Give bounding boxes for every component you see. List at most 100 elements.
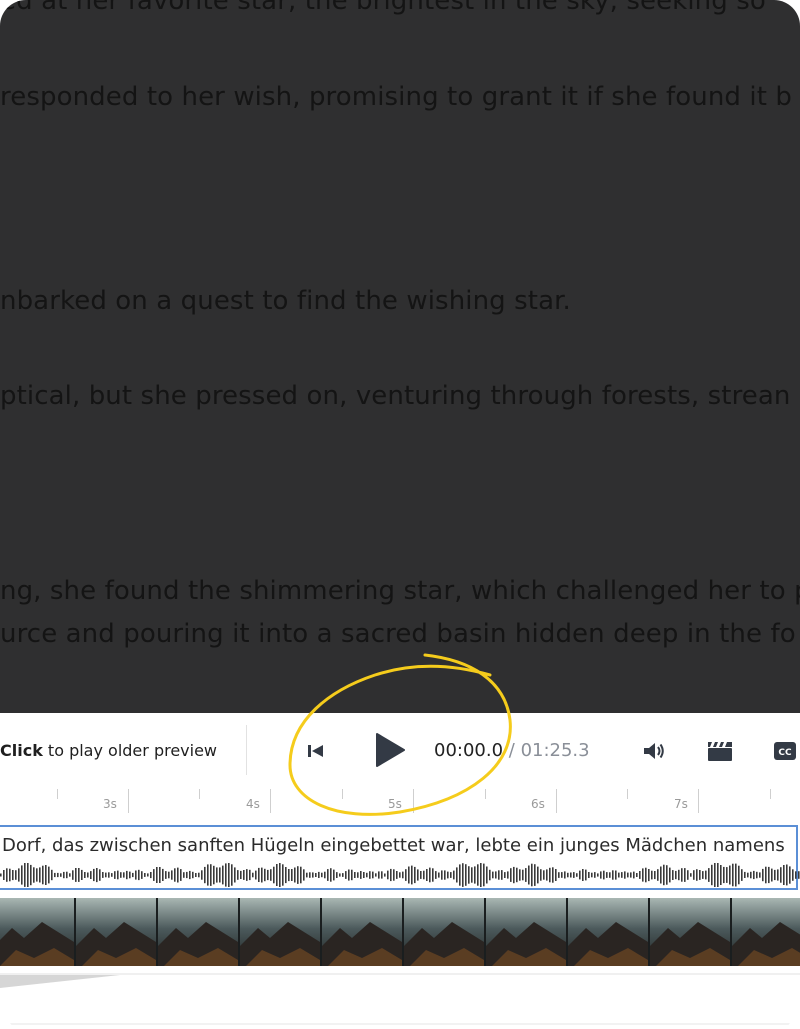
waveform-bar [792,869,794,881]
waveform-bar [384,873,386,877]
waveform-bar [219,867,221,883]
waveform-bar [348,869,350,881]
older-preview-hint[interactable]: Click to play older preview [0,741,217,760]
waveform-bar [138,869,140,881]
waveform-bar [684,868,686,882]
waveform-bar [693,870,695,880]
waveform-bar [15,870,17,880]
timeline-ruler[interactable]: 3s 4s 5s 6s 7s [0,787,800,823]
waveform-bar [261,867,263,883]
caption-clip[interactable]: Dorf, das zwischen sanften Hügeln eingeb… [0,825,800,890]
waveform-bar [222,865,224,885]
captions-button[interactable]: CC [773,741,797,761]
waveform-bar [159,867,161,883]
waveform-bar [210,864,212,886]
filmstrip-frames [0,898,800,966]
waveform-bar [216,867,218,883]
waveform-bar [399,872,401,878]
waveform-bar [390,868,392,882]
waveform-bar [237,870,239,880]
waveform-bar [468,866,470,884]
story-line: responded to her wish, promising to gran… [0,82,792,112]
waveform-bar [60,873,62,877]
waveform-bar [732,863,734,887]
waveform-bar [702,871,704,879]
waveform-bar [357,872,359,878]
waveform-bar [168,871,170,879]
waveform-bar [312,872,314,878]
waveform-bar [123,872,125,878]
waveform-bar [69,873,71,877]
waveform-bar [741,869,743,881]
waveform-bar [624,871,626,879]
waveform-bar [51,869,53,881]
clapperboard-button[interactable] [707,740,733,762]
waveform-bar [492,871,494,879]
svg-text:CC: CC [778,748,792,758]
filmstrip-frame [76,898,156,966]
waveform-bar [12,870,14,881]
waveform-bar [141,871,143,879]
play-icon [376,733,405,767]
waveform-bar [411,865,413,885]
waveform-bar [600,871,602,879]
ruler-tick [698,789,699,813]
play-button[interactable] [374,732,406,768]
cc-icon: CC [774,742,796,760]
ruler-tick [627,789,628,799]
waveform-bar [195,873,197,877]
waveform-bar [198,872,200,878]
waveform-bar [21,865,23,885]
waveform-bar [729,865,731,885]
video-filmstrip[interactable] [0,898,800,966]
waveform-bar [438,872,440,878]
waveform-bar [429,867,431,883]
waveform-bar [654,871,656,880]
waveform-bar [588,872,590,878]
waveform-bar [582,869,584,881]
waveform-bar [273,866,275,884]
waveform-bar [42,865,44,885]
waveform-bar [315,873,317,877]
waveform-bar [576,873,578,877]
waveform-bar [738,865,740,885]
waveform-bar [798,871,800,879]
waveform-bar [180,869,182,881]
waveform-bar [534,864,536,886]
waveform-bar [681,868,683,882]
waveform-bar [162,868,164,881]
waveform-bar [72,870,74,880]
filmstrip-frame [0,898,74,966]
waveform-bar [63,871,65,879]
waveform-bar [510,868,512,882]
waveform-bar [774,869,776,881]
waveform-bar [594,872,596,878]
waveform-bar [288,869,290,882]
waveform-bar [321,872,323,878]
app-frame: ed at her favorite star, the brightest i… [0,0,800,1029]
waveform-bar [387,870,389,880]
waveform-bar [36,868,38,882]
waveform-bar [186,871,188,879]
ruler-tick [342,789,343,799]
waveform-bar [507,871,509,879]
waveform-bar [690,873,692,877]
waveform-bar [48,866,50,884]
waveform-bar [486,866,488,884]
ruler-label: 6s [531,797,545,811]
waveform-bar [591,872,593,878]
waveform-bar [408,866,410,884]
waveform-bar [708,868,710,882]
filmstrip-frame [404,898,484,966]
waveform-bar [660,866,662,884]
volume-button[interactable] [642,740,666,762]
waveform-bar [363,872,365,878]
waveform-bar [189,870,191,880]
waveform-bar [105,872,107,878]
waveform-bar [540,869,542,881]
waveform-bar [375,873,377,877]
waveform-bar [27,863,29,887]
skip-back-button[interactable] [306,741,326,761]
time-separator: / [503,740,521,761]
ruler-label: 5s [388,797,402,811]
